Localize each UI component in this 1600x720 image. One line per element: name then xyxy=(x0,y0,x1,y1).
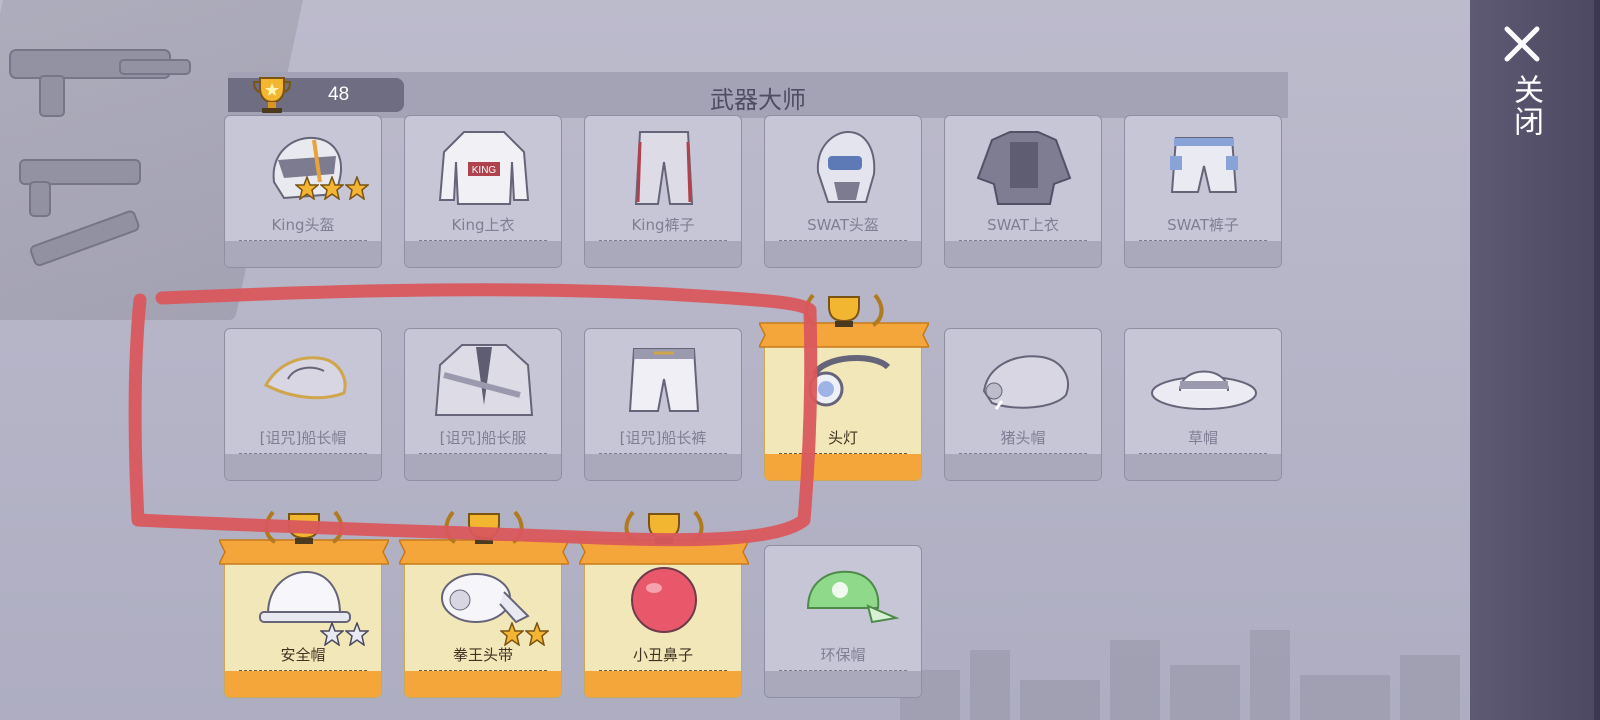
card-footer xyxy=(405,454,561,480)
jacket-icon: KING xyxy=(438,131,530,205)
star-icon xyxy=(525,622,549,646)
page-title: 武器大师 xyxy=(710,86,806,114)
background-city-icon xyxy=(900,630,1460,720)
tricorn-hat-icon xyxy=(263,356,347,400)
headlamp-icon xyxy=(808,355,891,407)
item-label: 猪头帽 xyxy=(1000,429,1046,447)
card-footer xyxy=(1125,454,1281,480)
close-icon xyxy=(1504,26,1540,62)
item-card-boxing-headband[interactable]: 拳王头带 xyxy=(399,510,569,698)
star-icon xyxy=(345,176,369,200)
item-card-cursed-captain-hat[interactable]: [诅咒]船长帽 xyxy=(224,328,382,481)
captain-coat-icon xyxy=(434,344,534,416)
star-icon xyxy=(320,176,344,200)
item-label: [诅咒]船长服 xyxy=(439,429,527,447)
background-weapons-icon xyxy=(9,49,191,267)
item-label: King头盔 xyxy=(271,216,335,234)
card-footer xyxy=(225,454,381,480)
item-label: King裤子 xyxy=(631,216,695,234)
item-label: 安全帽 xyxy=(280,646,326,664)
panel-edge xyxy=(1594,0,1600,720)
card-footer xyxy=(405,241,561,267)
item-card-headlamp[interactable]: 头灯 xyxy=(759,293,929,481)
card-footer xyxy=(225,671,381,697)
swat-helmet-icon xyxy=(816,130,876,203)
item-label: 环保帽 xyxy=(820,646,866,664)
item-label: [诅咒]船长裤 xyxy=(619,429,707,447)
swat-pants-icon xyxy=(1170,137,1238,193)
boar-head-icon xyxy=(982,355,1069,410)
item-label: 拳王头带 xyxy=(452,646,513,664)
item-card-swat-helmet[interactable]: SWAT头盔 xyxy=(764,115,922,268)
item-label: SWAT裤子 xyxy=(1167,216,1239,234)
item-card-eco-cap[interactable]: 环保帽 xyxy=(764,545,922,698)
svg-text:KING: KING xyxy=(472,165,497,176)
item-card-clown-nose[interactable]: 小丑鼻子 xyxy=(579,510,749,698)
item-card-cursed-captain-pants[interactable]: [诅咒]船长裤 xyxy=(584,328,742,481)
close-button[interactable]: 关闭 xyxy=(1494,22,1574,152)
star-icon xyxy=(295,176,319,200)
item-card-king-helmet[interactable]: King头盔 xyxy=(224,115,382,268)
card-footer xyxy=(585,241,741,267)
card-footer xyxy=(765,671,921,697)
item-card-cursed-captain-coat[interactable]: [诅咒]船长服 xyxy=(404,328,562,481)
item-card-king-pants[interactable]: King裤子 xyxy=(584,115,742,268)
card-footer xyxy=(945,454,1101,480)
clown-nose-icon xyxy=(631,567,697,633)
item-label: [诅咒]船长帽 xyxy=(259,429,347,447)
captain-pants-icon xyxy=(628,348,700,412)
item-label: 小丑鼻子 xyxy=(632,646,693,664)
item-label: SWAT上衣 xyxy=(987,216,1059,234)
card-footer xyxy=(225,241,381,267)
card-footer xyxy=(585,454,741,480)
item-label: SWAT头盔 xyxy=(807,216,879,234)
item-card-straw-hat[interactable]: 草帽 xyxy=(1124,328,1282,481)
item-card-swat-jacket[interactable]: SWAT上衣 xyxy=(944,115,1102,268)
item-label: King上衣 xyxy=(451,216,515,234)
star-icon xyxy=(500,622,524,646)
card-footer xyxy=(765,241,921,267)
close-label: 关闭 xyxy=(1508,74,1543,138)
star-rating xyxy=(294,176,369,202)
card-footer xyxy=(945,241,1101,267)
item-card-hard-hat[interactable]: 安全帽 xyxy=(219,510,389,698)
card-footer xyxy=(765,454,921,480)
card-footer xyxy=(585,671,741,697)
pants-icon xyxy=(634,131,694,205)
item-label: 头灯 xyxy=(827,429,858,447)
straw-hat-icon xyxy=(1151,370,1257,410)
green-cap-icon xyxy=(806,570,900,624)
card-footer xyxy=(405,671,561,697)
empty-star-icon xyxy=(320,622,344,646)
item-card-swat-pants[interactable]: SWAT裤子 xyxy=(1124,115,1282,268)
close-panel: 关闭 xyxy=(1470,0,1600,720)
item-card-boar-hat[interactable]: 猪头帽 xyxy=(944,328,1102,481)
empty-star-icon xyxy=(345,622,369,646)
item-label: 草帽 xyxy=(1187,429,1218,447)
vest-icon xyxy=(976,131,1072,205)
item-card-king-jacket[interactable]: KING King上衣 xyxy=(404,115,562,268)
header-bar: 48 武器大师 xyxy=(228,72,1288,118)
card-footer xyxy=(1125,241,1281,267)
